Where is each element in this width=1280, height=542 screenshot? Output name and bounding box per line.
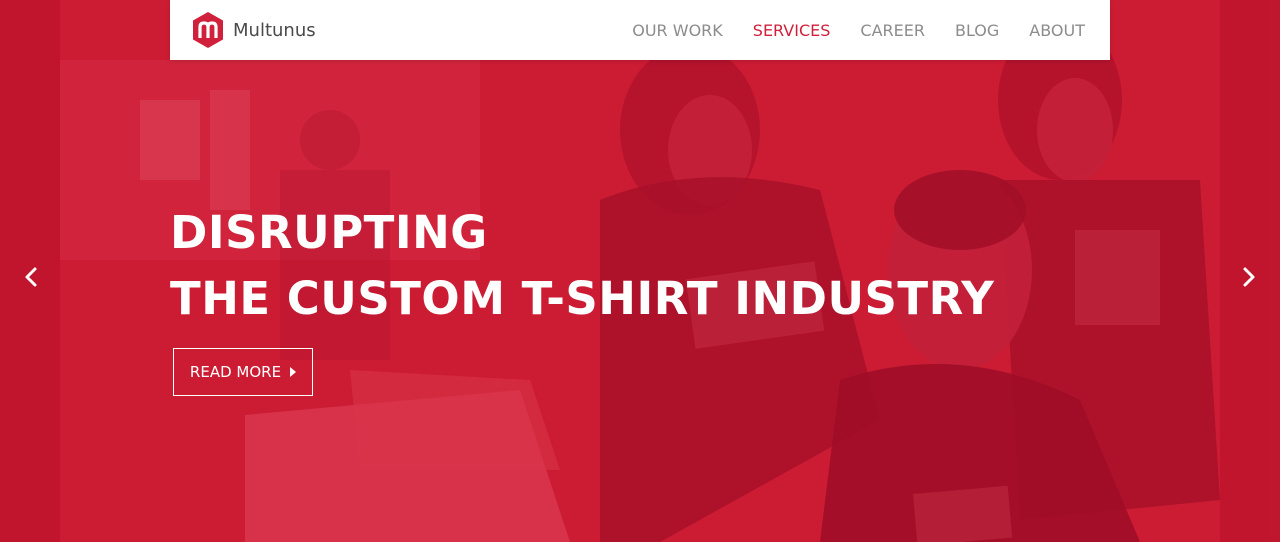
- carousel-next-button[interactable]: [1234, 262, 1264, 292]
- multunus-logo-icon: [193, 12, 223, 48]
- nav-item-about[interactable]: ABOUT: [1029, 21, 1085, 40]
- chevron-left-icon: [25, 267, 37, 287]
- nav-item-career[interactable]: CAREER: [860, 21, 925, 40]
- caret-right-icon: [290, 367, 297, 377]
- nav-item-our-work[interactable]: OUR WORK: [632, 21, 723, 40]
- chevron-right-icon: [1243, 267, 1255, 287]
- hero-carousel: Multunus OUR WORK SERVICES CAREER BLOG A…: [0, 0, 1280, 542]
- carousel-prev-button[interactable]: [16, 262, 46, 292]
- navbar: Multunus OUR WORK SERVICES CAREER BLOG A…: [170, 0, 1110, 60]
- read-more-label: READ MORE: [189, 363, 282, 381]
- brand-link[interactable]: Multunus: [190, 10, 316, 50]
- hero-headline-line2: THE CUSTOM T-SHIRT INDUSTRY: [170, 272, 995, 325]
- hero-headline: DISRUPTING THE CUSTOM T-SHIRT INDUSTRY: [170, 200, 994, 332]
- read-more-button[interactable]: READ MORE: [173, 348, 313, 396]
- nav-item-services[interactable]: SERVICES: [753, 21, 831, 40]
- nav-menu: OUR WORK SERVICES CAREER BLOG ABOUT: [602, 21, 1085, 40]
- nav-item-blog[interactable]: BLOG: [955, 21, 999, 40]
- brand-name: Multunus: [233, 19, 316, 41]
- hero-headline-line1: DISRUPTING: [170, 206, 488, 259]
